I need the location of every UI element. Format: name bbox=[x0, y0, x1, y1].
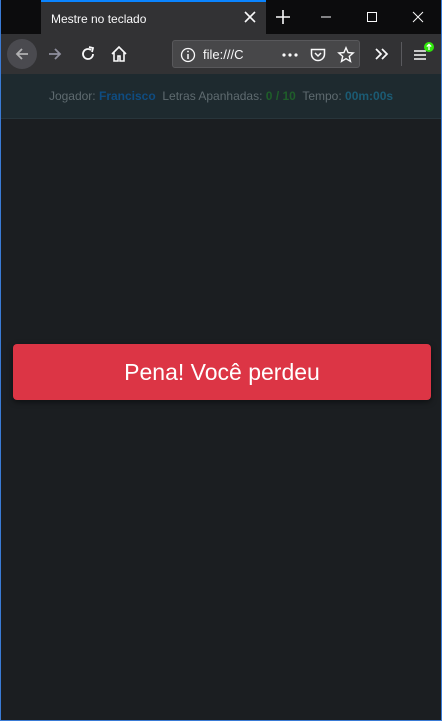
game-over-message: Pena! Você perdeu bbox=[13, 344, 431, 400]
plus-icon[interactable] bbox=[273, 7, 293, 27]
toolbar-separator bbox=[401, 42, 402, 66]
url-text[interactable]: file:///C bbox=[203, 47, 248, 62]
letters-label: Letras Apanhadas: bbox=[162, 89, 263, 103]
star-icon[interactable] bbox=[337, 46, 355, 64]
game-status-bar: Jogador: Francisco Letras Apanhadas: 0 /… bbox=[1, 74, 441, 119]
letters-caught-count: 0 bbox=[265, 89, 273, 103]
timer-value: 00m:00s bbox=[345, 89, 394, 103]
reload-icon[interactable] bbox=[73, 39, 103, 69]
time-label: Tempo: bbox=[302, 89, 342, 103]
info-icon[interactable] bbox=[179, 46, 197, 64]
arrow-left-icon[interactable] bbox=[7, 39, 37, 69]
url-bar[interactable]: file:///C bbox=[172, 40, 360, 68]
browser-toolbar: file:///C bbox=[1, 34, 441, 74]
hamburger-menu-icon[interactable] bbox=[408, 39, 438, 69]
pocket-icon[interactable] bbox=[309, 46, 327, 64]
home-icon[interactable] bbox=[104, 39, 134, 69]
letters-total-count: 10 bbox=[282, 89, 296, 103]
more-icon[interactable] bbox=[281, 46, 299, 64]
player-name: Francisco bbox=[98, 89, 156, 103]
letters-separator: / bbox=[275, 89, 280, 103]
maximize-icon[interactable] bbox=[349, 0, 395, 34]
window-titlebar: Mestre no teclado bbox=[1, 0, 441, 34]
arrow-right-icon[interactable] bbox=[40, 39, 70, 69]
tab-title: Mestre no teclado bbox=[51, 12, 147, 26]
chevrons-right-icon[interactable] bbox=[367, 39, 397, 69]
browser-tab[interactable]: Mestre no teclado bbox=[41, 0, 266, 34]
player-label: Jogador: bbox=[48, 89, 96, 103]
minimize-icon[interactable] bbox=[303, 0, 349, 34]
close-window-icon[interactable] bbox=[395, 0, 441, 34]
close-icon[interactable] bbox=[242, 9, 258, 25]
